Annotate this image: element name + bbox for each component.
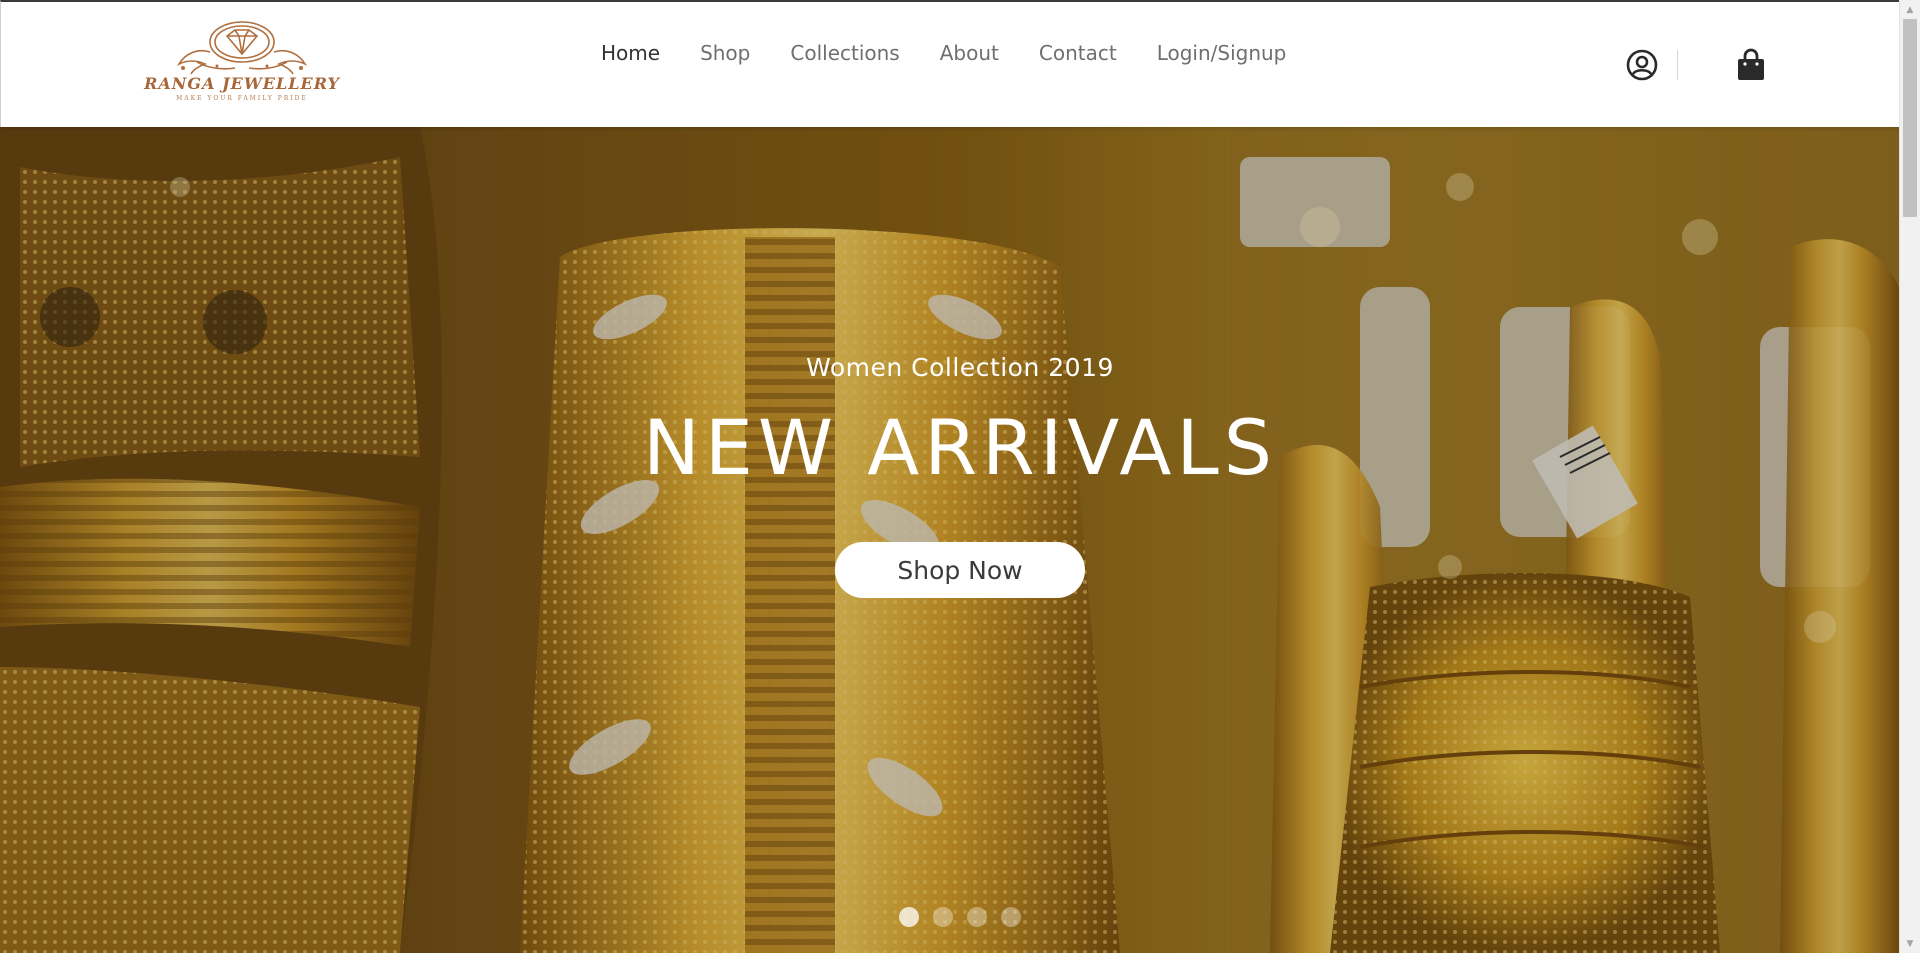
hero-overlay <box>0 127 1899 953</box>
user-circle-icon[interactable] <box>1625 48 1659 82</box>
slider-dot-3[interactable] <box>967 907 987 927</box>
hero-slider: Women Collection 2019 NEW ARRIVALS Shop … <box>0 127 1899 953</box>
scrollbar-thumb[interactable] <box>1903 19 1917 217</box>
shop-now-button[interactable]: Shop Now <box>835 542 1085 598</box>
brand-tagline: MAKE YOUR FAMILY PRIDE <box>176 95 308 102</box>
nav-contact[interactable]: Contact <box>1039 41 1117 65</box>
hero-title: NEW ARRIVALS <box>643 403 1277 492</box>
vertical-scrollbar[interactable]: ▲ ▼ <box>1899 0 1920 953</box>
slider-dot-4[interactable] <box>1001 907 1021 927</box>
nav-about[interactable]: About <box>940 41 999 65</box>
slider-dots <box>899 907 1021 927</box>
slider-dot-1[interactable] <box>899 907 919 927</box>
brand-name: RANGA JEWELLERY <box>144 74 340 93</box>
icon-divider <box>1677 50 1678 80</box>
brand-logo[interactable]: RANGA JEWELLERY MAKE YOUR FAMILY PRIDE <box>127 18 357 108</box>
shopping-bag-icon[interactable] <box>1736 48 1766 82</box>
slider-dot-2[interactable] <box>933 907 953 927</box>
nav-login-signup[interactable]: Login/Signup <box>1157 41 1287 65</box>
main-nav: Home Shop Collections About Contact Logi… <box>601 38 1286 68</box>
scroll-down-arrow-icon[interactable]: ▼ <box>1900 936 1920 953</box>
diamond-emblem-icon <box>176 21 308 75</box>
page: RANGA JEWELLERY MAKE YOUR FAMILY PRIDE H… <box>0 0 1899 953</box>
site-header: RANGA JEWELLERY MAKE YOUR FAMILY PRIDE H… <box>0 0 1899 127</box>
scroll-up-arrow-icon[interactable]: ▲ <box>1900 2 1920 19</box>
nav-home[interactable]: Home <box>601 41 660 65</box>
nav-collections[interactable]: Collections <box>790 41 899 65</box>
hero-subtitle: Women Collection 2019 <box>806 353 1114 382</box>
nav-shop[interactable]: Shop <box>700 41 750 65</box>
